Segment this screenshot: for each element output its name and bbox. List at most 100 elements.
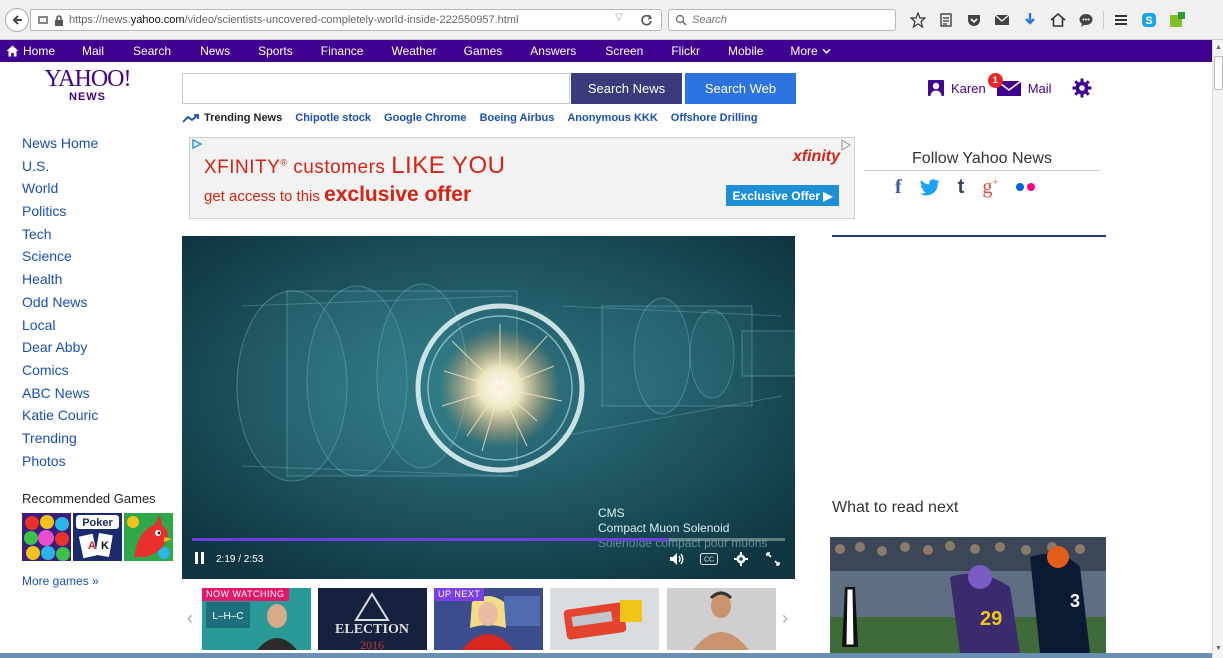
- scroll-down-arrow-icon[interactable]: ▼: [1214, 644, 1223, 654]
- nav-mobile[interactable]: Mobile: [728, 44, 763, 58]
- browser-search-input[interactable]: [692, 14, 872, 26]
- trending-link[interactable]: Boeing Airbus: [480, 112, 555, 124]
- video-thumbnail[interactable]: [667, 588, 776, 650]
- back-button[interactable]: [5, 8, 29, 32]
- sidebar-item-us[interactable]: U.S.: [22, 157, 172, 180]
- nav-home[interactable]: Home: [6, 44, 55, 58]
- trending-link[interactable]: Offshore Drilling: [671, 112, 758, 124]
- toolbar-separator: [1103, 11, 1104, 29]
- reading-list-icon[interactable]: [932, 9, 960, 31]
- facebook-icon[interactable]: f: [895, 176, 902, 199]
- sidebar-item-news-home[interactable]: News Home: [22, 134, 172, 157]
- game-thumbnail-bird[interactable]: [124, 513, 173, 561]
- ad-choices-icon[interactable]: [840, 139, 852, 151]
- video-thumbnail[interactable]: UP NEXT: [434, 588, 543, 650]
- mail-link[interactable]: Mail: [1028, 81, 1052, 96]
- url-history-dropdown-icon[interactable]: ▽: [615, 12, 623, 23]
- pocket-icon[interactable]: [960, 9, 988, 31]
- ad-exclusive-offer-button[interactable]: Exclusive Offer ▶: [726, 185, 839, 206]
- sidebar-item-health[interactable]: Health: [22, 270, 172, 293]
- trending-link[interactable]: Anonymous KKK: [567, 112, 657, 124]
- search-web-button[interactable]: Search Web: [685, 73, 796, 104]
- carousel-next-icon[interactable]: ›: [782, 608, 788, 629]
- game-thumbnail-poker[interactable]: Poker A K: [73, 513, 122, 561]
- video-progress-bar[interactable]: [192, 538, 785, 541]
- what-to-read-next-title: What to read next: [832, 499, 959, 516]
- sidebar-item-politics[interactable]: Politics: [22, 202, 172, 225]
- trending-link[interactable]: Chipotle stock: [295, 112, 371, 124]
- video-settings-icon[interactable]: [732, 550, 750, 568]
- reload-button[interactable]: [637, 11, 655, 29]
- email-link-icon[interactable]: [988, 9, 1016, 31]
- video-thumbnail[interactable]: L–H–C NOW WATCHING: [202, 588, 311, 650]
- nav-flickr[interactable]: Flickr: [671, 44, 700, 58]
- bookmark-star-icon[interactable]: [904, 9, 932, 31]
- video-thumbnail[interactable]: [550, 588, 659, 650]
- closed-captions-icon[interactable]: CC: [700, 550, 718, 568]
- nav-mail[interactable]: Mail: [82, 44, 104, 58]
- carousel-prev-icon[interactable]: ‹: [187, 608, 193, 629]
- extension-icon[interactable]: [1163, 9, 1191, 31]
- trending-link[interactable]: Google Chrome: [384, 112, 467, 124]
- yahoo-news-logo[interactable]: YAHOO! NEWS: [40, 67, 135, 103]
- search-news-button[interactable]: Search News: [571, 73, 682, 104]
- twitter-icon[interactable]: [919, 178, 940, 196]
- user-name[interactable]: Karen: [951, 81, 986, 96]
- news-search-input[interactable]: [182, 73, 570, 104]
- google-plus-icon[interactable]: g+: [982, 176, 998, 199]
- video-player[interactable]: CMS Compact Muon Solenoid Solénoïde comp…: [182, 236, 795, 579]
- sidebar-item-odd-news[interactable]: Odd News: [22, 293, 172, 316]
- read-next-image[interactable]: 29 3: [830, 537, 1106, 653]
- address-bar[interactable]: https://news.yahoo.com/video/scientists-…: [30, 9, 662, 31]
- sidebar-item-katie-couric[interactable]: Katie Couric: [22, 406, 172, 429]
- scrollbar-thumb[interactable]: [1214, 56, 1223, 90]
- nav-search[interactable]: Search: [133, 44, 171, 58]
- xfinity-ad-banner[interactable]: XFINITY® customers LIKE YOU get access t…: [189, 137, 855, 219]
- mail-icon[interactable]: 1: [987, 73, 1022, 97]
- tumblr-icon[interactable]: t: [958, 176, 965, 199]
- nav-more[interactable]: More: [790, 44, 831, 58]
- settings-gear-icon[interactable]: [1072, 78, 1092, 98]
- trending-bar: Trending News Chipotle stock Google Chro…: [182, 111, 758, 125]
- downloads-icon[interactable]: [1016, 9, 1044, 31]
- sidebar-item-photos[interactable]: Photos: [22, 452, 172, 475]
- skype-icon[interactable]: S: [1135, 9, 1163, 31]
- video-time: 2:19 / 2:53: [216, 554, 264, 565]
- reload-icon: [640, 14, 652, 25]
- more-games-link[interactable]: More games »: [22, 574, 99, 588]
- sidebar-item-abc-news[interactable]: ABC News: [22, 384, 172, 407]
- nav-finance[interactable]: Finance: [321, 44, 364, 58]
- left-sidebar: News Home U.S. World Politics Tech Scien…: [22, 134, 172, 474]
- page-scrollbar[interactable]: ▲ ▼: [1212, 40, 1223, 658]
- nav-sports[interactable]: Sports: [258, 44, 293, 58]
- nav-news[interactable]: News: [200, 44, 230, 58]
- sidebar-item-world[interactable]: World: [22, 179, 172, 202]
- browser-search-box[interactable]: [668, 9, 896, 31]
- nav-answers[interactable]: Answers: [530, 44, 576, 58]
- page-info-icon[interactable]: [37, 15, 49, 25]
- right-column-rule: [832, 235, 1106, 237]
- ad-subline: get access to this exclusive offer: [204, 183, 472, 206]
- game-thumbnail-gems[interactable]: [22, 513, 71, 561]
- sidebar-item-comics[interactable]: Comics: [22, 361, 172, 384]
- flickr-icon[interactable]: [1015, 183, 1035, 191]
- nav-screen[interactable]: Screen: [605, 44, 643, 58]
- home-icon[interactable]: [1044, 9, 1072, 31]
- svg-text:A: A: [88, 540, 96, 552]
- pause-button[interactable]: [195, 552, 207, 566]
- logo-subtitle: NEWS: [69, 91, 106, 103]
- fullscreen-icon[interactable]: [764, 550, 782, 568]
- sidebar-item-dear-abby[interactable]: Dear Abby: [22, 338, 172, 361]
- user-avatar-icon[interactable]: [928, 80, 944, 96]
- nav-weather[interactable]: Weather: [391, 44, 436, 58]
- menu-icon[interactable]: [1107, 9, 1135, 31]
- chat-icon[interactable]: [1072, 9, 1100, 31]
- scroll-up-arrow-icon[interactable]: ▲: [1214, 43, 1223, 53]
- nav-games[interactable]: Games: [464, 44, 503, 58]
- sidebar-item-tech[interactable]: Tech: [22, 225, 172, 248]
- sidebar-item-science[interactable]: Science: [22, 247, 172, 270]
- sidebar-item-local[interactable]: Local: [22, 316, 172, 339]
- video-thumbnail[interactable]: ELECTION 2016: [318, 588, 427, 650]
- sidebar-item-trending[interactable]: Trending: [22, 429, 172, 452]
- volume-icon[interactable]: [668, 550, 686, 568]
